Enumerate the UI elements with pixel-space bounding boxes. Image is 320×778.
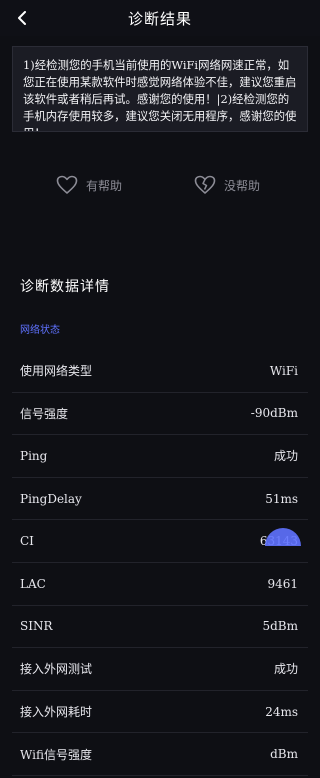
page-title: 诊断结果 xyxy=(127,10,192,28)
helpful-button[interactable]: 有帮助 xyxy=(56,170,122,200)
row-value: 51ms xyxy=(265,491,298,506)
row-label: 信号强度 xyxy=(20,406,69,421)
row-value: 24ms xyxy=(265,704,298,719)
diagnosis-message: 1)经检测您的手机当前使用的WiFi网络网速正常，如您正在使用某款软件时感觉网络… xyxy=(12,46,308,132)
row-label: Wifi信号强度 xyxy=(20,747,92,762)
list-item: 接入外网耗时 24ms xyxy=(12,691,308,734)
row-label: 接入外网耗时 xyxy=(20,705,93,720)
data-list: 使用网络类型 WiFi 信号强度 -90dBm Ping 成功 PingDela… xyxy=(0,350,320,776)
subsection-title: 网络状态 xyxy=(20,325,60,336)
list-item: 信号强度 -90dBm xyxy=(12,393,308,436)
helpful-label: 有帮助 xyxy=(86,178,123,193)
row-label: CI xyxy=(20,534,34,549)
row-value: dBm xyxy=(270,747,298,762)
list-item: 接入外网测试 成功 xyxy=(12,648,308,691)
row-value: WiFi xyxy=(269,363,298,378)
row-label: LAC xyxy=(20,576,46,591)
heart-outline-icon xyxy=(56,175,78,194)
list-item: Wifi信号强度 dBm xyxy=(12,733,308,776)
row-label: 接入外网测试 xyxy=(20,662,93,677)
row-value: 5dBm xyxy=(262,619,298,634)
top-bar: 诊断结果 xyxy=(0,0,320,36)
row-label: 使用网络类型 xyxy=(20,364,93,379)
not-helpful-label: 没帮助 xyxy=(224,178,261,193)
list-item: CI 63143 xyxy=(12,520,308,563)
list-item: 使用网络类型 WiFi xyxy=(12,350,308,393)
not-helpful-button[interactable]: 没帮助 xyxy=(194,170,260,200)
list-item: Ping 成功 xyxy=(12,435,308,478)
list-item: LAC 9461 xyxy=(12,563,308,606)
row-label: Ping xyxy=(20,448,48,463)
feedback-bar: 有帮助 没帮助 xyxy=(0,170,320,200)
list-item: PingDelay 51ms xyxy=(12,478,308,521)
broken-heart-icon xyxy=(194,175,216,194)
row-value: 9461 xyxy=(267,576,298,591)
floating-dot-button[interactable] xyxy=(265,522,301,558)
row-value: 成功 xyxy=(273,449,298,464)
row-value: 成功 xyxy=(273,662,298,677)
row-value: -90dBm xyxy=(250,406,298,421)
row-label: PingDelay xyxy=(20,491,82,506)
list-item: SINR 5dBm xyxy=(12,606,308,649)
section-title: 诊断数据详情 xyxy=(20,279,110,295)
row-label: SINR xyxy=(20,619,53,634)
